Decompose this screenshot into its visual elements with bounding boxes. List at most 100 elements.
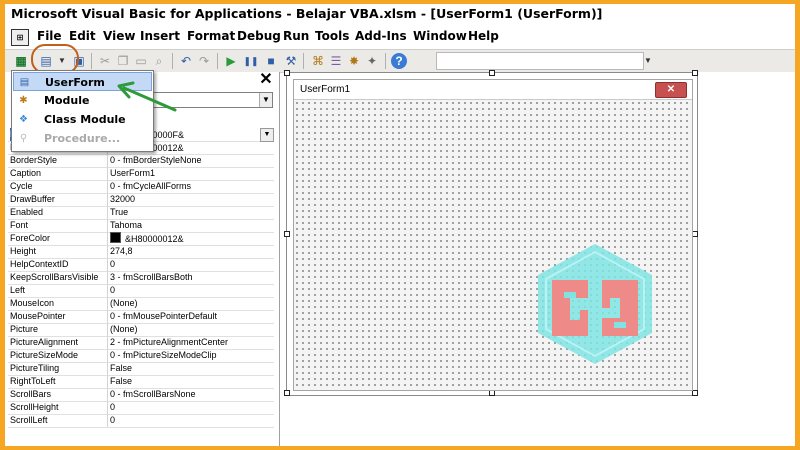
menu-help[interactable]: Help <box>468 29 499 43</box>
close-icon[interactable]: ✕ <box>259 72 273 88</box>
property-value[interactable]: 3 - fmScrollBarsBoth <box>107 271 275 284</box>
property-value[interactable]: 0 <box>107 401 275 414</box>
property-row[interactable]: BorderStyle 0 - fmBorderStyleNone <box>8 154 274 168</box>
property-row[interactable]: Cycle 0 - fmCycleAllForms <box>8 180 274 194</box>
property-value-text: 32000 <box>110 194 136 204</box>
toolbox-icon[interactable]: ✦ <box>364 53 380 69</box>
property-value[interactable]: True <box>107 206 275 219</box>
property-row[interactable]: DrawBuffer 32000 <box>8 193 274 207</box>
property-row[interactable]: Left 0 <box>8 284 274 298</box>
break-icon[interactable]: ❚❚ <box>243 53 259 69</box>
property-row[interactable]: HelpContextID 0 <box>8 258 274 272</box>
redo-icon[interactable]: ↷ <box>196 53 212 69</box>
run-icon[interactable]: ▶ <box>223 53 239 69</box>
resize-handle[interactable] <box>489 70 495 76</box>
property-row[interactable]: Height 274,8 <box>8 245 274 259</box>
menu-window[interactable]: Window <box>413 29 467 43</box>
form-designer-area: UserForm1 ✕ <box>284 70 795 446</box>
help-icon[interactable]: ? <box>391 53 407 69</box>
userform[interactable]: UserForm1 ✕ <box>293 79 693 391</box>
property-dropdown-icon[interactable]: ▼ <box>260 128 274 142</box>
property-row[interactable]: RightToLeft False <box>8 375 274 389</box>
undo-icon[interactable]: ↶ <box>178 53 194 69</box>
property-value[interactable]: 0 - fmMousePointerDefault <box>107 310 275 323</box>
project-explorer-icon[interactable]: ⌘ <box>310 53 326 69</box>
userform-caption: UserForm1 <box>300 84 351 95</box>
property-name: Left <box>10 285 26 295</box>
property-row[interactable]: KeepScrollBarsVisible 3 - fmScrollBarsBot… <box>8 271 274 285</box>
menu-item-userform[interactable]: ▤ UserForm <box>13 72 152 91</box>
property-row[interactable]: Picture (None) <box>8 323 274 337</box>
paste-icon[interactable]: ▭ <box>133 53 149 69</box>
property-value[interactable]: False <box>107 375 275 388</box>
copy-icon[interactable]: ❐ <box>115 53 131 69</box>
property-value[interactable]: Tahoma <box>107 219 275 232</box>
menu-edit[interactable]: Edit <box>69 29 96 43</box>
property-value[interactable]: &H80000012& <box>107 232 275 246</box>
property-value[interactable]: 0 - fmBorderStyleNone <box>107 154 275 167</box>
chevron-down-icon[interactable]: ▼ <box>259 93 272 107</box>
property-value[interactable]: 0 <box>107 414 275 427</box>
property-row[interactable]: ForeColor &H80000012& <box>8 232 274 246</box>
excel-icon[interactable]: ▦ <box>13 53 29 69</box>
userform-close-button[interactable]: ✕ <box>655 82 687 98</box>
property-value[interactable]: 274,8 <box>107 245 275 258</box>
resize-handle[interactable] <box>284 231 290 237</box>
property-value[interactable]: False <box>107 362 275 375</box>
property-row[interactable]: MousePointer 0 - fmMousePointerDefault <box>8 310 274 324</box>
menu-insert[interactable]: Insert <box>140 29 180 43</box>
toolbar-position-field[interactable] <box>436 52 644 70</box>
property-value-text: 0 - fmMousePointerDefault <box>110 311 218 321</box>
design-mode-icon[interactable]: ⚒ <box>283 53 299 69</box>
menu-view[interactable]: View <box>103 29 135 43</box>
object-browser-icon[interactable]: ✸ <box>346 53 362 69</box>
property-row[interactable]: PictureTiling False <box>8 362 274 376</box>
property-value[interactable]: 2 - fmPictureAlignmentCenter <box>107 336 275 349</box>
find-icon[interactable]: ⌕ <box>151 53 167 69</box>
property-value[interactable]: 0 <box>107 284 275 297</box>
cut-icon[interactable]: ✂ <box>97 53 113 69</box>
property-value-text: 274,8 <box>110 246 133 256</box>
property-row[interactable]: ScrollBars 0 - fmScrollBarsNone <box>8 388 274 402</box>
reset-icon[interactable]: ■ <box>263 53 279 69</box>
property-value[interactable]: 0 - fmPictureSizeModeClip <box>107 349 275 362</box>
property-row[interactable]: MouseIcon (None) <box>8 297 274 311</box>
toolbar-separator <box>217 53 218 69</box>
property-row[interactable]: Caption UserForm1 <box>8 167 274 181</box>
property-value[interactable]: 0 <box>107 258 275 271</box>
property-row[interactable]: PictureSizeMode 0 - fmPictureSizeModeClip <box>8 349 274 363</box>
vba-app-icon[interactable]: ⊞ <box>11 29 29 46</box>
menu-item-label: UserForm <box>45 76 105 89</box>
menu-format[interactable]: Format <box>187 29 235 43</box>
property-value-text: Tahoma <box>110 220 143 230</box>
menu-add-ins[interactable]: Add-Ins <box>355 29 407 43</box>
property-value[interactable]: (None) <box>107 323 275 336</box>
menu-item-module[interactable]: ✱ Module <box>13 91 152 110</box>
toolbar-options-arrow-icon[interactable]: ▼ <box>644 52 654 68</box>
property-value[interactable]: (None) <box>107 297 275 310</box>
userform-canvas[interactable] <box>294 100 692 390</box>
menu-tools[interactable]: Tools <box>315 29 349 43</box>
menu-debug[interactable]: Debug <box>237 29 281 43</box>
property-row[interactable]: Font Tahoma <box>8 219 274 233</box>
property-row[interactable]: PictureAlignment 2 - fmPictureAlignmentCe… <box>8 336 274 350</box>
menu-item-class-module[interactable]: ❖ Class Module <box>13 110 152 129</box>
property-row[interactable]: ScrollHeight 0 <box>8 401 274 415</box>
property-value[interactable]: UserForm1 <box>107 167 275 180</box>
property-name: MousePointer <box>10 311 66 321</box>
menu-file[interactable]: File <box>37 29 62 43</box>
property-row[interactable]: ScrollLeft 0 <box>8 414 274 428</box>
userform-icon: ▤ <box>19 77 30 88</box>
object-selector[interactable]: ▼ <box>135 92 273 108</box>
property-value[interactable]: 0 - fmCycleAllForms <box>107 180 275 193</box>
resize-handle[interactable] <box>692 70 698 76</box>
property-value[interactable]: 32000 <box>107 193 275 206</box>
properties-icon[interactable]: ☰ <box>328 53 344 69</box>
resize-handle[interactable] <box>284 390 290 396</box>
property-value[interactable]: 0 - fmScrollBarsNone <box>107 388 275 401</box>
resize-handle[interactable] <box>284 70 290 76</box>
menu-run[interactable]: Run <box>283 29 309 43</box>
property-row[interactable]: Enabled True <box>8 206 274 220</box>
property-value-text: &H80000012& <box>125 234 184 244</box>
property-name: RightToLeft <box>10 376 56 386</box>
